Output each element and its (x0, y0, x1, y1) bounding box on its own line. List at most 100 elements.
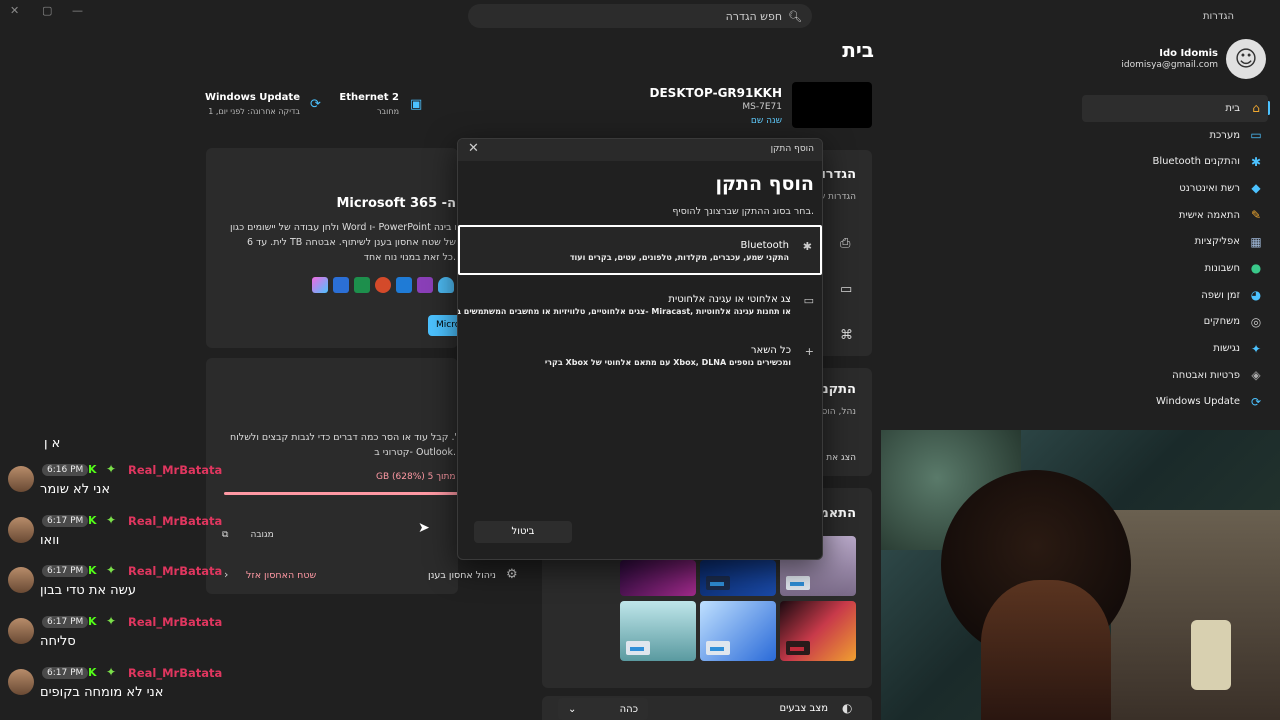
option-title: כל השאר (750, 345, 791, 356)
option-wireless-display[interactable]: ▭ צג אלחוטי או עגינה אלחוטית צגים אלחוטי… (458, 281, 822, 331)
sidebar-item-11[interactable]: Windows Update ⟳ (1082, 389, 1268, 416)
sidebar-item-label: מערכת (1209, 129, 1240, 141)
onedrive-icon (438, 277, 454, 293)
m365-button[interactable]: Micro (428, 315, 458, 336)
chat-text: אני לא מומחה בקופים (40, 684, 164, 700)
storage-usage: GB (628%) 5 מתוך G (376, 472, 458, 482)
recommended-title: הגדרו (821, 167, 856, 182)
personalize-title: התאמ (819, 506, 856, 521)
chat-timestamp: 6:16 PM (42, 464, 89, 476)
palette-icon: ◐ (842, 701, 853, 715)
option-title: צג אלחוטי או עגינה אלחוטית (668, 294, 791, 305)
gear-icon: ⚙ (506, 567, 518, 582)
sidebar-item-label: אפליקציות (1194, 236, 1240, 248)
chat-text: וואו (40, 532, 60, 548)
ethernet-icon: ▣ (410, 97, 423, 112)
option-bluetooth[interactable]: ✱ Bluetooth התקני שמע, עכברים, מקלדות, ט… (458, 225, 822, 275)
chevron-icon: › (224, 568, 229, 581)
ethernet-title: Ethernet 2 (339, 92, 399, 103)
chat-text: סליחה (40, 634, 76, 650)
dialog-titlebar: ✕ הוסף התקן (458, 139, 822, 161)
devices-row[interactable]: הצג את (826, 453, 856, 463)
color-mode-select[interactable]: ⌄ כהה (558, 698, 648, 720)
dialog-heading: הוסף התקן (715, 173, 814, 195)
laptop-icon: ▭ (840, 282, 853, 297)
kick-badge-icon: K (88, 513, 97, 527)
sidebar-nav: בית ⌂ מערכת ▭ Bluetooth והתקנים ✱ רשת ואינטרנט… (1082, 95, 1268, 415)
backup-label: מגובה (250, 530, 274, 540)
account-icon: ● (1250, 261, 1262, 276)
system-icon: ▭ (1250, 128, 1262, 143)
mouse-icon: ⌘ (840, 328, 853, 343)
sidebar-item-0[interactable]: בית ⌂ (1082, 95, 1268, 122)
powerpoint-icon (375, 277, 391, 293)
onedrive-description: ל. קבל עוד או הסר כמה דברים כדי לגבות קב… (230, 432, 456, 458)
theme-thumb-bloom[interactable] (700, 601, 776, 661)
manage-cloud-storage[interactable]: ניהול אחסון בענן (428, 570, 496, 581)
m365-title: Microsoft 365 -ה (336, 196, 456, 211)
sparkle-badge-icon: ✦ (106, 614, 117, 629)
profile-name: Ido Idomis (1159, 48, 1218, 59)
minimize-window-icon[interactable]: — (72, 4, 83, 17)
maximize-window-icon[interactable]: ▢ (42, 4, 52, 17)
storage-full-link[interactable]: שטח האחסון אזל (246, 570, 316, 581)
theme-thumb-purple[interactable] (620, 560, 696, 596)
theme-thumb-flow[interactable] (780, 601, 856, 661)
chat-message: 6:17 PM K ✦ Real_MrBatata סליחה (8, 614, 223, 664)
sparkle-badge-icon: ✦ (106, 512, 117, 527)
sidebar-item-1[interactable]: מערכת ▭ (1082, 122, 1268, 149)
sidebar-item-10[interactable]: פרטיות ואבטחה ◈ (1082, 362, 1268, 389)
sparkle-badge-icon: ✦ (106, 664, 117, 679)
office-app-icons (312, 277, 454, 293)
theme-thumb-blue-dark[interactable] (700, 560, 776, 596)
cancel-button[interactable]: ביטול (474, 521, 572, 543)
sidebar-item-4[interactable]: התאמה אישית ✎ (1082, 202, 1268, 229)
search-input[interactable]: חפש הגדרה (726, 10, 782, 23)
network-icon: ◆ (1251, 181, 1261, 196)
sidebar-item-5[interactable]: אפליקציות ▦ (1082, 228, 1268, 255)
sidebar-item-6[interactable]: חשבונות ● (1082, 255, 1268, 282)
update-icon: ⟳ (310, 97, 321, 112)
device-image (792, 82, 872, 128)
backup-status[interactable]: ⧉ מגובה (222, 530, 274, 540)
option-everything-else[interactable]: + כל השאר בקרי Xbox עם מתאם אלחוטי של Xb… (458, 332, 822, 382)
rename-link[interactable]: שנה שם (751, 116, 782, 126)
sidebar-item-label: פרטיות ואבטחה (1172, 369, 1240, 381)
kick-badge-icon: K (88, 463, 97, 476)
sidebar-item-8[interactable]: משחקים ◎ (1082, 309, 1268, 336)
chat-message: 6:17 PM K ✦ Real_MrBatata אני לא מומחה בקופי… (8, 665, 223, 715)
avatar[interactable]: ☺ (1226, 39, 1266, 79)
update-title: Windows Update (204, 92, 300, 103)
close-icon[interactable]: ✕ (468, 141, 479, 156)
device-model: MS-7E71 (742, 102, 782, 112)
sidebar-item-label: Windows Update (1155, 396, 1240, 408)
ethernet-status[interactable]: Ethernet 2 מחובר (339, 92, 399, 116)
theme-thumb-glow[interactable] (620, 601, 696, 661)
chat-avatar (8, 618, 34, 645)
globe-icon: ◕ (1250, 288, 1262, 303)
sidebar-item-9[interactable]: נגישות ✦ (1082, 335, 1268, 362)
user-icon: ☺ (1234, 46, 1258, 72)
sidebar-item-3[interactable]: רשת ואינטרנט ◆ (1082, 175, 1268, 202)
page-title: בית (842, 38, 874, 62)
copilot-icon (312, 277, 328, 293)
chat-avatar (8, 567, 34, 594)
shield-icon: ◈ (1251, 368, 1261, 383)
chat-text: עשה את טדי בבון (40, 583, 137, 599)
brush-icon: ✎ (1250, 208, 1262, 223)
chat-message: 6:17 PM K ✦ Real_MrBatata עשה את טדי בבון (8, 563, 223, 613)
close-window-icon[interactable]: ✕ (10, 4, 19, 17)
sidebar-item-label: התאמה אישית (1178, 209, 1240, 221)
add-device-dialog: ✕ הוסף התקן הוסף התקן בחר בסוג ההתקן שבר… (457, 138, 823, 560)
update-status[interactable]: Windows Update בדיקה אחרונה: לפני יום, 1 (205, 92, 300, 116)
sidebar-item-2[interactable]: Bluetooth והתקנים ✱ (1082, 148, 1268, 175)
chat-username: Real_MrBatata (128, 665, 223, 680)
apps-icon: ▦ (1250, 234, 1262, 249)
chevron-down-icon: ⌄ (568, 703, 577, 715)
sidebar-item-7[interactable]: זמן ושפה ◕ (1082, 282, 1268, 309)
kick-badge-icon: K (88, 615, 97, 629)
m365-description: ולחן עבודה של יישומים כגון Word ו- Power… (230, 222, 456, 263)
sidebar-item-label: Bluetooth והתקנים (1152, 156, 1240, 168)
search-box[interactable]: חפש הגדרה 🔍︎ (468, 4, 812, 28)
sidebar-item-label: משחקים (1203, 316, 1240, 328)
